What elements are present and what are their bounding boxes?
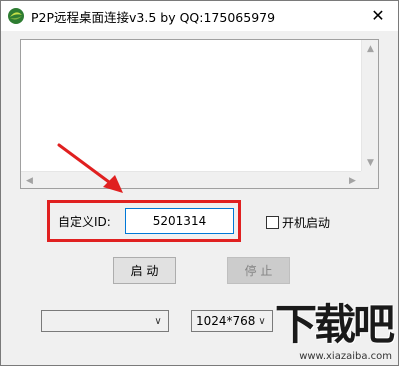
scroll-right-icon[interactable]: ▶ [344,172,361,188]
custom-id-label: 自定义ID: [58,215,111,229]
red-pointer-arrow-icon [57,143,123,193]
close-button[interactable]: ✕ [364,3,392,27]
chevron-down-icon[interactable]: ∨ [151,314,165,328]
scroll-left-icon[interactable]: ◀ [21,172,38,188]
monitor-select[interactable]: ∨ [41,310,169,332]
stop-button[interactable]: 停 止 [227,257,290,284]
custom-id-input[interactable] [125,208,234,234]
autostart-checkbox-group[interactable]: 开机启动 [266,214,330,231]
window-title: P2P远程桌面连接v3.5 by QQ:175065979 [31,10,276,25]
app-window: P2P远程桌面连接v3.5 by QQ:175065979 ✕ ▲ ▼ ◀ ▶ … [0,0,399,366]
autostart-checkbox[interactable] [266,216,279,229]
watermark-brand: 下载吧 [274,300,395,349]
autostart-label[interactable]: 开机启动 [282,214,330,231]
resolution-select[interactable]: 1024*768 ∨ [191,310,273,332]
watermark-url: www.xiazaiba.com [299,351,392,362]
app-logo-icon [8,8,24,24]
close-icon: ✕ [371,5,385,25]
resolution-select-value: 1024*768 [196,314,256,328]
start-button[interactable]: 启 动 [113,257,176,284]
title-bar: P2P远程桌面连接v3.5 by QQ:175065979 ✕ [1,1,398,31]
scrollbar-corner [361,171,378,188]
scroll-up-icon[interactable]: ▲ [362,40,378,57]
scroll-down-icon[interactable]: ▼ [362,154,378,171]
watermark-logo: 下载吧 www.xiazaiba.com [263,299,398,365]
vertical-scrollbar[interactable]: ▲ ▼ [361,40,378,171]
